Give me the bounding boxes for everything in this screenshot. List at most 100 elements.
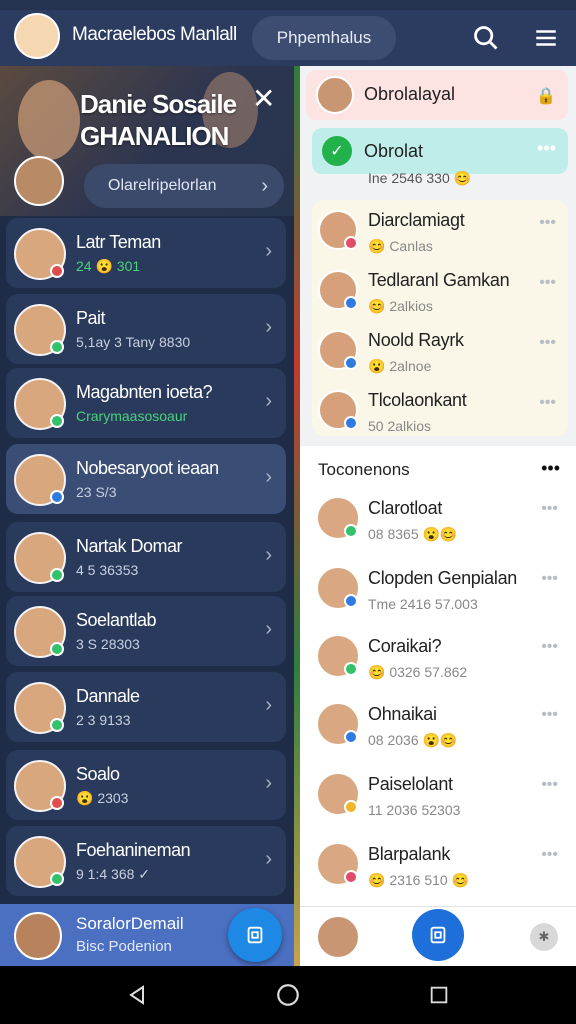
status-dot xyxy=(50,718,64,732)
more-icon[interactable]: ••• xyxy=(537,138,556,159)
more-icon[interactable]: ••• xyxy=(541,500,558,518)
more-icon[interactable]: ••• xyxy=(541,776,558,794)
contact-row[interactable]: Coraikai? 😊 0326 57.862 ••• xyxy=(300,630,576,698)
chevron-right-icon: › xyxy=(265,544,272,566)
list-item-name: Soelantlab xyxy=(76,610,157,630)
contact-name: Clarotloat xyxy=(368,498,443,518)
drawer-hero: Danie Sosaile GHANALION ✕ Olarelripelorl… xyxy=(0,66,294,216)
contacts-section: Toconenons ••• Clarotloat 08 8365 😮😊 ••• Cl… xyxy=(300,446,576,906)
list-item-sub: 😮 2303 xyxy=(76,790,129,806)
chevron-right-icon: › xyxy=(261,175,268,197)
avatar[interactable] xyxy=(316,915,360,959)
list-item-name: Latr Teman xyxy=(76,232,161,252)
more-icon[interactable]: ••• xyxy=(539,334,556,352)
drawer-avatar[interactable] xyxy=(14,156,64,206)
section-title: Toconenons xyxy=(318,460,410,479)
compose-button[interactable] xyxy=(412,909,464,961)
more-icon[interactable]: ••• xyxy=(541,706,558,724)
list-item-sub: 2 3 9133 xyxy=(76,712,131,728)
status-badge xyxy=(344,236,358,250)
more-icon[interactable]: ••• xyxy=(541,846,558,864)
contact-name: Blarpalank xyxy=(368,844,451,864)
back-icon[interactable] xyxy=(122,980,152,1010)
drawer-list-item[interactable]: Magabnten ioeta? Crarymaasosoaur › xyxy=(6,368,286,438)
status-badge xyxy=(344,416,358,430)
avatar xyxy=(316,76,354,114)
list-item-name: Soalo xyxy=(76,764,120,784)
drawer-list-item[interactable]: Nobesaryoot ieaan 23 S/3 › xyxy=(6,444,286,514)
status-badge xyxy=(344,662,358,676)
chat-sub: 😮 2alnoe xyxy=(368,358,432,374)
more-icon[interactable]: ••• xyxy=(541,638,558,656)
chat-sub: 50 2alkios xyxy=(368,418,432,434)
compose-button[interactable] xyxy=(228,908,282,962)
contact-sub: Tme 2416 57.003 xyxy=(368,596,478,612)
drawer-search[interactable]: Olarelripelorlan › xyxy=(84,164,284,208)
chevron-right-icon: › xyxy=(265,772,272,794)
more-icon[interactable]: ••• xyxy=(539,394,556,412)
pinned-chat-row[interactable]: Diarclamiagt 😊 Canlas ••• xyxy=(312,206,568,266)
list-item-name: Dannale xyxy=(76,686,140,706)
footer-name: SoralorDemail xyxy=(76,914,184,933)
top-bar: Macraelebos Manlall Phpemhalus xyxy=(0,10,576,66)
hero-image xyxy=(18,80,80,160)
menu-icon[interactable] xyxy=(530,22,562,54)
status-dot xyxy=(50,264,64,278)
recents-icon[interactable] xyxy=(424,980,454,1010)
close-icon[interactable]: ✕ xyxy=(252,82,275,115)
drawer-list-item[interactable]: Soalo 😮 2303 › xyxy=(6,750,286,820)
more-icon[interactable]: ••• xyxy=(541,458,560,479)
status-bar xyxy=(0,0,576,10)
more-icon[interactable]: ••• xyxy=(541,570,558,588)
app-title: Macraelebos Manlall xyxy=(72,24,237,45)
list-item-name: Pait xyxy=(76,308,106,328)
more-icon[interactable]: ••• xyxy=(539,214,556,232)
contact-sub: 😊 2316 510 😊 xyxy=(368,872,470,888)
top-tab-pill[interactable]: Phpemhalus xyxy=(252,16,396,60)
profile-avatar[interactable] xyxy=(14,13,60,59)
contact-name: Clopden Genpialan xyxy=(368,568,518,588)
mic-icon[interactable]: ✱ xyxy=(530,923,558,951)
whatsapp-chat-pill[interactable]: ✓ Obrolat ••• xyxy=(312,128,568,174)
list-item-sub: 9 1:4 368 ✓ xyxy=(76,866,151,882)
status-dot xyxy=(50,642,64,656)
contact-row[interactable]: Blarpalank 😊 2316 510 😊 ••• xyxy=(300,838,576,906)
system-nav-bar xyxy=(0,966,576,1024)
more-icon[interactable]: ••• xyxy=(539,274,556,292)
chevron-right-icon: › xyxy=(265,390,272,412)
status-dot xyxy=(50,872,64,886)
drawer-list-item[interactable]: Pait 5,1ay 3 Tany 8830 › xyxy=(6,294,286,364)
pinned-chats-card: Diarclamiagt 😊 Canlas ••• Tedlaranl Gamkan 😊… xyxy=(312,200,568,436)
chat-name: Tlcolaonkant xyxy=(368,390,467,410)
list-item-name: Nobesaryoot ieaan xyxy=(76,458,219,478)
contact-sub: 😊 0326 57.862 xyxy=(368,664,468,680)
drawer-list-item[interactable]: Foehanineman 9 1:4 368 ✓ › xyxy=(6,826,286,896)
status-dot xyxy=(50,568,64,582)
contact-sub: 11 2036 52303 xyxy=(368,802,461,818)
contact-row[interactable]: Paiselolant 11 2036 52303 ••• xyxy=(300,768,576,836)
search-icon[interactable] xyxy=(470,22,502,54)
status-badge xyxy=(344,594,358,608)
pinned-chat-row[interactable]: Tlcolaonkant 50 2alkios ••• xyxy=(312,386,568,446)
pinned-chat-row[interactable]: Noold Rayrk 😮 2alnoe ••• xyxy=(312,326,568,386)
contact-sub: 08 8365 😮😊 xyxy=(368,526,458,542)
drawer-list-item[interactable]: Latr Teman 24 😮 301 › xyxy=(6,218,286,288)
list-item-sub: 3 S 28303 xyxy=(76,636,140,652)
contact-row[interactable]: Clarotloat 08 8365 😮😊 ••• xyxy=(300,492,576,560)
status-badge xyxy=(344,356,358,370)
list-item-name: Magabnten ioeta? xyxy=(76,382,213,402)
drawer-list-item[interactable]: Soelantlab 3 S 28303 › xyxy=(6,596,286,666)
chat-header[interactable]: Obrolalayal 🔒 xyxy=(306,70,568,120)
pinned-chat-row[interactable]: Tedlaranl Gamkan 😊 2alkios ••• xyxy=(312,266,568,326)
contact-row[interactable]: Clopden Genpialan Tme 2416 57.003 ••• xyxy=(300,562,576,630)
avatar xyxy=(14,912,62,960)
contact-name: Coraikai? xyxy=(368,636,442,656)
home-icon[interactable] xyxy=(273,980,303,1010)
chat-sub: 😊 2alkios xyxy=(368,298,433,314)
chat-name: Tedlaranl Gamkan xyxy=(368,270,510,290)
drawer-list-item[interactable]: Nartak Domar 4 5 36353 › xyxy=(6,522,286,592)
chat-sub: 😊 Canlas xyxy=(368,238,433,254)
contact-row[interactable]: Ohnaikai 08 2036 😮😊 ••• xyxy=(300,698,576,766)
drawer-list-item[interactable]: Dannale 2 3 9133 › xyxy=(6,672,286,742)
left-drawer: Danie Sosaile GHANALION ✕ Olarelripelorl… xyxy=(0,66,294,966)
